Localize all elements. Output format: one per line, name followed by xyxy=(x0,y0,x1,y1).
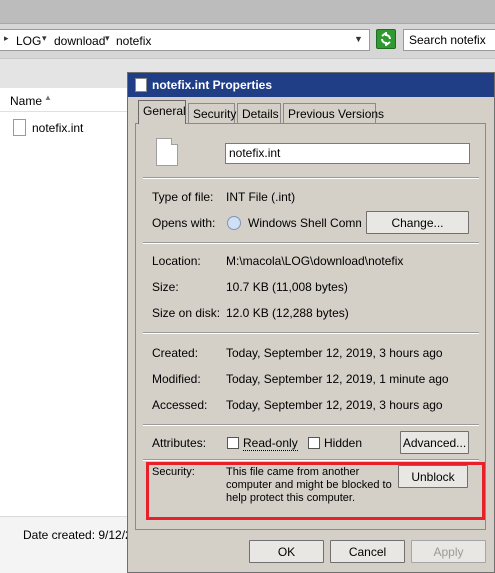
details-date-created: Date created: 9/12/2 xyxy=(23,528,132,542)
file-name: notefix.int xyxy=(32,121,84,135)
refresh-icon xyxy=(381,32,391,46)
file-icon xyxy=(13,119,26,136)
general-tab-panel: notefix.int Type of file: INT File (.int… xyxy=(135,123,486,530)
size-label: Size: xyxy=(152,280,179,294)
explorer-address-bar-area: ▸ LOG ▾ download ▾ notefix ▼ Search note… xyxy=(0,24,495,58)
column-header-name[interactable]: Name ▲ xyxy=(0,88,140,112)
cancel-button[interactable]: Cancel xyxy=(330,540,405,563)
tab-security[interactable]: Security xyxy=(188,103,237,124)
size-on-disk-label: Size on disk: xyxy=(152,306,221,320)
file-name-field[interactable]: notefix.int xyxy=(225,143,470,164)
explorer-top-strip xyxy=(0,0,495,24)
refresh-button[interactable] xyxy=(376,29,396,49)
size-on-disk-value: 12.0 KB (12,288 bytes) xyxy=(226,306,349,320)
search-input[interactable]: Search notefix xyxy=(403,29,495,51)
address-bar[interactable]: ▸ LOG ▾ download ▾ notefix ▼ xyxy=(0,29,370,51)
advanced-button-label: Advanced... xyxy=(402,436,467,450)
hidden-checkbox[interactable] xyxy=(308,437,320,449)
change-button[interactable]: Change... xyxy=(366,211,469,234)
apply-button-label: Apply xyxy=(433,545,464,559)
divider xyxy=(143,459,479,461)
dialog-title: notefix.int Properties xyxy=(152,78,273,92)
modified-value: Today, September 12, 2019, 1 minute ago xyxy=(226,372,449,386)
created-value: Today, September 12, 2019, 3 hours ago xyxy=(226,346,443,360)
hidden-label[interactable]: Hidden xyxy=(324,436,362,450)
divider xyxy=(143,177,479,179)
breadcrumb-item[interactable]: download xyxy=(54,34,105,48)
security-label: Security: xyxy=(152,466,195,478)
breadcrumb-item[interactable]: notefix xyxy=(116,34,151,48)
opens-with-value: Windows Shell Commor xyxy=(248,216,361,230)
column-name-label: Name xyxy=(10,94,43,108)
chevron-down-icon[interactable]: ▾ xyxy=(42,33,47,44)
address-dropdown-icon[interactable]: ▼ xyxy=(354,34,363,44)
opens-with-label: Opens with: xyxy=(152,216,216,230)
tab-label: Previous Versions xyxy=(288,107,385,121)
file-list-item[interactable]: notefix.int xyxy=(10,118,130,138)
ok-button[interactable]: OK xyxy=(249,540,324,563)
accessed-value: Today, September 12, 2019, 3 hours ago xyxy=(226,398,443,412)
tab-label: Security xyxy=(193,107,237,121)
chevron-down-icon[interactable]: ▾ xyxy=(105,33,110,44)
type-of-file-value: INT File (.int) xyxy=(226,190,296,204)
location-label: Location: xyxy=(152,254,201,268)
tab-previous-versions[interactable]: Previous Versions xyxy=(283,103,384,124)
attributes-label: Attributes: xyxy=(152,436,207,450)
divider xyxy=(143,242,479,244)
tab-label: General xyxy=(143,104,186,118)
security-message-line: help protect this computer. xyxy=(226,492,356,504)
security-message-line: computer and might be blocked to xyxy=(226,479,392,491)
location-value: M:\macola\LOG\download\notefix xyxy=(226,254,404,268)
apply-button[interactable]: Apply xyxy=(411,540,486,563)
file-type-icon xyxy=(156,138,178,166)
application-icon xyxy=(227,216,241,230)
security-message-line: This file came from another xyxy=(226,466,360,478)
advanced-button[interactable]: Advanced... xyxy=(400,431,469,454)
divider xyxy=(143,332,479,334)
tab-general[interactable]: General xyxy=(138,100,186,124)
chevron-right-icon[interactable]: ▸ xyxy=(4,33,9,44)
size-value: 10.7 KB (11,008 bytes) xyxy=(226,280,348,294)
tab-label: Details xyxy=(242,107,279,121)
tab-details[interactable]: Details xyxy=(237,103,281,124)
unblock-button-label: Unblock xyxy=(411,470,455,484)
accessed-label: Accessed: xyxy=(152,398,208,412)
created-label: Created: xyxy=(152,346,199,360)
read-only-checkbox[interactable] xyxy=(227,437,239,449)
file-icon xyxy=(135,78,147,92)
divider xyxy=(143,424,479,426)
search-placeholder: Search notefix xyxy=(409,33,486,47)
type-of-file-label: Type of file: xyxy=(152,190,214,204)
sort-up-icon: ▲ xyxy=(44,93,52,102)
properties-dialog: notefix.int Properties General Security … xyxy=(127,72,495,573)
ok-button-label: OK xyxy=(277,545,296,559)
modified-label: Modified: xyxy=(152,372,201,386)
change-button-label: Change... xyxy=(391,216,444,230)
breadcrumb-item[interactable]: LOG xyxy=(16,34,41,48)
dialog-title-bar[interactable]: notefix.int Properties xyxy=(128,73,494,97)
read-only-label[interactable]: Read-only xyxy=(243,436,298,451)
cancel-button-label: Cancel xyxy=(348,545,387,559)
unblock-button[interactable]: Unblock xyxy=(398,465,468,488)
